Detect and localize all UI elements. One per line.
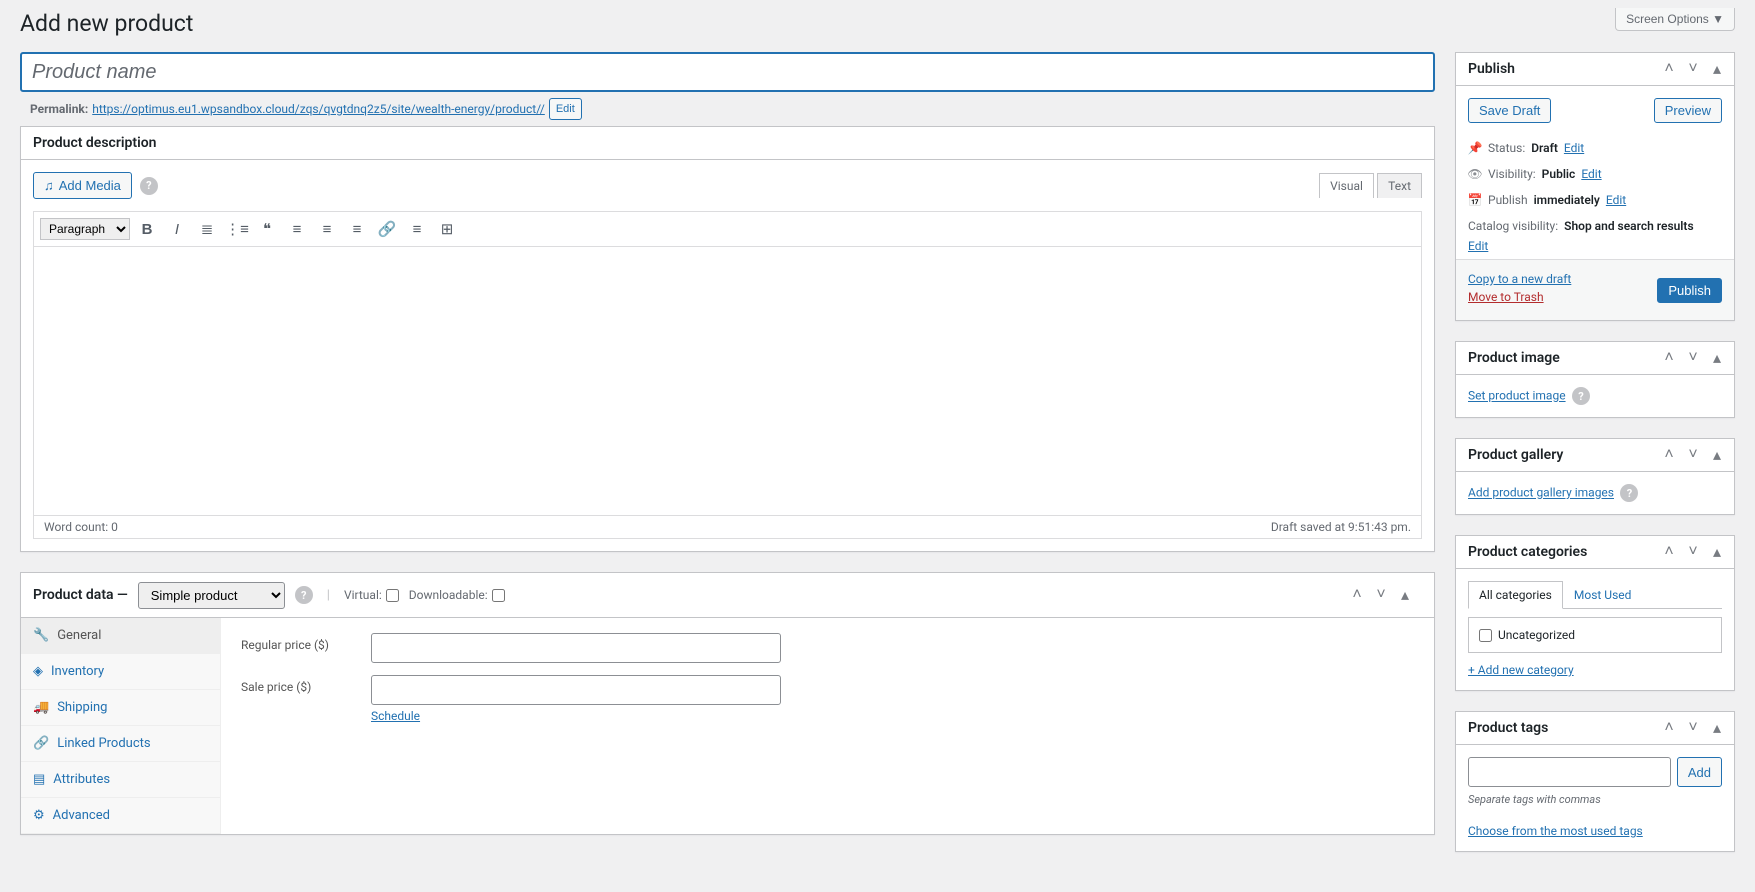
tab-general[interactable]: 🔧General: [21, 618, 220, 654]
pin-icon: 📌: [1468, 141, 1482, 155]
bold-button[interactable]: B: [134, 216, 160, 242]
ul-button[interactable]: ≣: [194, 216, 220, 242]
tab-all-categories[interactable]: All categories: [1468, 581, 1563, 609]
edit-visibility-link[interactable]: Edit: [1581, 167, 1601, 181]
publish-panel-title: Publish: [1456, 53, 1527, 85]
add-gallery-images-link[interactable]: Add product gallery images: [1468, 486, 1614, 500]
toggle-panel-icon[interactable]: ▴: [1706, 714, 1728, 742]
toggle-panel-icon[interactable]: ▴: [1706, 441, 1728, 469]
draft-saved-status: Draft saved at 9:51:43 pm.: [1271, 520, 1411, 534]
toggle-panel-icon[interactable]: ▴: [1706, 55, 1728, 83]
choose-tags-link[interactable]: Choose from the most used tags: [1468, 824, 1643, 838]
permalink-label: Permalink:: [30, 102, 88, 116]
move-up-icon[interactable]: ˄: [1658, 55, 1680, 83]
move-down-icon[interactable]: ˅: [1682, 714, 1704, 742]
editor-content[interactable]: [33, 246, 1422, 516]
preview-button[interactable]: Preview: [1654, 98, 1722, 123]
add-media-button[interactable]: ♫ Add Media: [33, 172, 132, 199]
virtual-label: Virtual:: [344, 588, 382, 602]
move-up-icon[interactable]: ˄: [1658, 538, 1680, 566]
publish-button[interactable]: Publish: [1657, 278, 1722, 303]
sale-price-label: Sale price ($): [241, 675, 371, 694]
edit-catalog-link[interactable]: Edit: [1468, 239, 1722, 253]
move-up-icon[interactable]: ˄: [1658, 344, 1680, 372]
paragraph-select[interactable]: Paragraph: [40, 218, 130, 240]
tag-hint: Separate tags with commas: [1468, 793, 1722, 806]
help-icon[interactable]: ?: [1620, 484, 1638, 502]
tab-visual[interactable]: Visual: [1319, 173, 1374, 198]
calendar-icon: 📅: [1468, 193, 1482, 207]
uncategorized-checkbox[interactable]: [1479, 629, 1492, 642]
editor-toolbar: Paragraph B I ≣ ⋮≡ ❝ ≡ ≡ ≡ 🔗 ≡ ⊞: [33, 211, 1422, 246]
move-down-icon[interactable]: ˅: [1682, 55, 1704, 83]
list-icon: ▤: [33, 772, 45, 787]
sale-price-input[interactable]: [371, 675, 781, 705]
toggle-panel-icon[interactable]: ▴: [1394, 581, 1416, 609]
tab-inventory[interactable]: ◈Inventory: [21, 654, 220, 690]
move-down-icon[interactable]: ˅: [1370, 581, 1392, 609]
align-right-button[interactable]: ≡: [344, 216, 370, 242]
move-up-icon[interactable]: ˄: [1658, 441, 1680, 469]
product-image-panel-title: Product image: [1456, 342, 1572, 374]
permalink-url[interactable]: https://optimus.eu1.wpsandbox.cloud/zqs/…: [92, 102, 545, 116]
italic-button[interactable]: I: [164, 216, 190, 242]
more-button[interactable]: ≡: [404, 216, 430, 242]
move-to-trash-link[interactable]: Move to Trash: [1468, 290, 1571, 304]
align-left-button[interactable]: ≡: [284, 216, 310, 242]
tab-shipping[interactable]: 🚚Shipping: [21, 690, 220, 726]
move-down-icon[interactable]: ˅: [1682, 344, 1704, 372]
add-new-category-link[interactable]: + Add new category: [1468, 663, 1574, 677]
regular-price-label: Regular price ($): [241, 633, 371, 652]
align-center-button[interactable]: ≡: [314, 216, 340, 242]
virtual-checkbox[interactable]: [386, 589, 399, 602]
tab-linked-products[interactable]: 🔗Linked Products: [21, 726, 220, 762]
schedule-link[interactable]: Schedule: [371, 709, 420, 723]
move-up-icon[interactable]: ˄: [1658, 714, 1680, 742]
toggle-panel-icon[interactable]: ▴: [1706, 344, 1728, 372]
product-categories-panel-title: Product categories: [1456, 536, 1599, 568]
word-count: Word count: 0: [44, 520, 118, 534]
eye-icon: 👁: [1468, 167, 1482, 181]
ol-button[interactable]: ⋮≡: [224, 216, 250, 242]
move-down-icon[interactable]: ˅: [1682, 441, 1704, 469]
regular-price-input[interactable]: [371, 633, 781, 663]
screen-options-button[interactable]: Screen Options ▼: [1615, 8, 1735, 31]
description-panel-title: Product description: [21, 127, 168, 159]
move-up-icon[interactable]: ˄: [1346, 581, 1368, 609]
permalink-edit-button[interactable]: Edit: [549, 98, 582, 120]
truck-icon: 🚚: [33, 700, 49, 715]
tab-most-used[interactable]: Most Used: [1563, 581, 1643, 609]
product-tags-panel-title: Product tags: [1456, 712, 1560, 744]
product-type-select[interactable]: Simple product: [138, 582, 285, 609]
media-icon: ♫: [44, 178, 54, 193]
tag-input[interactable]: [1468, 757, 1671, 787]
quote-button[interactable]: ❝: [254, 216, 280, 242]
fullscreen-button[interactable]: ⊞: [434, 216, 460, 242]
help-icon[interactable]: ?: [295, 586, 313, 604]
set-product-image-link[interactable]: Set product image: [1468, 389, 1566, 403]
save-draft-button[interactable]: Save Draft: [1468, 98, 1551, 123]
help-icon[interactable]: ?: [1572, 387, 1590, 405]
add-tag-button[interactable]: Add: [1677, 757, 1722, 787]
link-icon: 🔗: [33, 736, 49, 751]
tab-text[interactable]: Text: [1377, 173, 1422, 198]
link-button[interactable]: 🔗: [374, 216, 400, 242]
gear-icon: ⚙: [33, 808, 45, 823]
help-icon[interactable]: ?: [140, 177, 158, 195]
product-name-input[interactable]: [20, 52, 1435, 92]
downloadable-label: Downloadable:: [409, 588, 488, 602]
copy-draft-link[interactable]: Copy to a new draft: [1468, 272, 1571, 286]
edit-date-link[interactable]: Edit: [1606, 193, 1626, 207]
edit-status-link[interactable]: Edit: [1564, 141, 1584, 155]
move-down-icon[interactable]: ˅: [1682, 538, 1704, 566]
page-title: Add new product: [20, 10, 1735, 37]
tab-advanced[interactable]: ⚙Advanced: [21, 798, 220, 834]
wrench-icon: 🔧: [33, 628, 49, 643]
toggle-panel-icon[interactable]: ▴: [1706, 538, 1728, 566]
downloadable-checkbox[interactable]: [492, 589, 505, 602]
product-gallery-panel-title: Product gallery: [1456, 439, 1575, 471]
tab-attributes[interactable]: ▤Attributes: [21, 762, 220, 798]
product-data-label: Product data —: [33, 587, 128, 603]
inventory-icon: ◈: [33, 664, 43, 679]
